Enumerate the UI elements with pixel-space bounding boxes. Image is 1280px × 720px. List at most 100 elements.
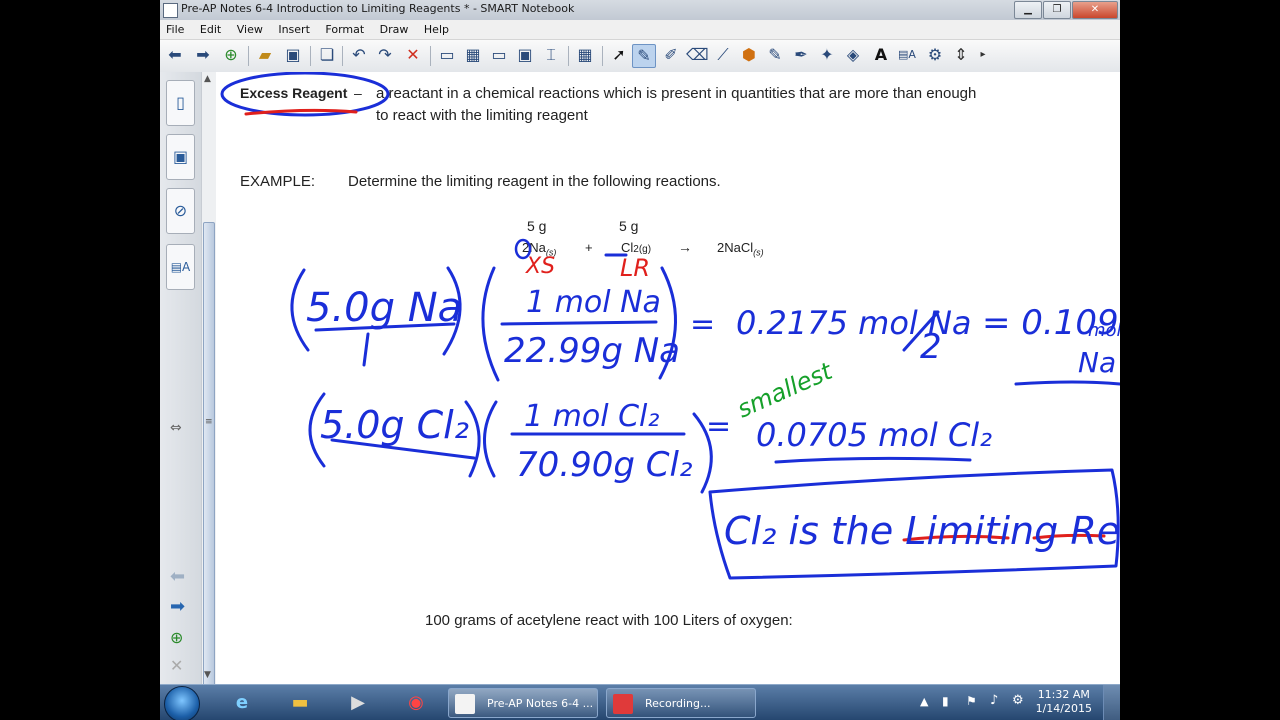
- volume-icon[interactable]: ♪: [990, 693, 998, 708]
- text-icon[interactable]: A: [870, 44, 892, 66]
- ink-underline-row-2: [774, 456, 972, 464]
- select-icon[interactable]: ➚: [608, 44, 630, 66]
- menu-file[interactable]: File: [160, 20, 190, 36]
- ink-row1-numerator: 1 mol Na: [526, 285, 661, 320]
- full-screen-icon[interactable]: ▦: [462, 44, 484, 66]
- fill-bucket-icon[interactable]: ◈: [842, 44, 864, 66]
- ink-smallest: smallest: [733, 356, 838, 423]
- menu-draw[interactable]: Draw: [374, 20, 415, 36]
- redo-icon[interactable]: ↷: [374, 44, 396, 66]
- menu-insert[interactable]: Insert: [272, 20, 316, 36]
- menu-view[interactable]: View: [231, 20, 269, 36]
- forward-arrow-icon[interactable]: ➡: [170, 596, 185, 617]
- toolbar: ⬅ ➡ ⊕ ▰ ▣ ❏ ↶ ↷ ✕ ▭ ▦ ▭ ▣ ⌶ ▦ ➚ ✎ ✐ ⌫ ⟋ …: [160, 40, 1120, 73]
- undo-icon[interactable]: ↶: [348, 44, 370, 66]
- save-icon[interactable]: ▣: [282, 44, 304, 66]
- show-desktop-button[interactable]: [1103, 685, 1120, 720]
- file-explorer-icon[interactable]: ▬: [282, 688, 318, 718]
- taskbar-recording[interactable]: Recording...: [606, 688, 756, 718]
- scroll-down-icon[interactable]: ▼: [204, 670, 211, 680]
- scroll-grip-icon: ≡: [205, 417, 213, 427]
- ink-layer: XS LR 5.0g Na 1 mol Na 22.99g Na = 0.217…: [220, 72, 1120, 580]
- vertical-scrollbar[interactable]: ▲ ≡ ▼: [201, 72, 217, 694]
- ink-paren-1c: [481, 266, 500, 382]
- delete-icon[interactable]: ✕: [402, 44, 424, 66]
- add-page-side-icon[interactable]: ⊕: [170, 628, 183, 647]
- properties-tab-icon[interactable]: ▤A: [166, 244, 195, 290]
- document-camera-icon[interactable]: ⌶: [540, 44, 562, 66]
- toolbar-more-icon[interactable]: ▸: [972, 44, 994, 66]
- tray-expand-icon[interactable]: ▲: [920, 695, 928, 708]
- ink-row2-numerator: 1 mol Cl₂: [524, 399, 659, 434]
- maximize-button[interactable]: ❐: [1043, 1, 1071, 19]
- minimize-button[interactable]: ▁: [1014, 1, 1042, 19]
- highlighter-icon[interactable]: ✦: [816, 44, 838, 66]
- table-icon[interactable]: ▦: [574, 44, 596, 66]
- chrome-icon[interactable]: ◉: [398, 688, 434, 718]
- taskbar: e ▬ ▶ ◉ Pre-AP Notes 6-4 ... Recording..…: [160, 684, 1120, 720]
- title-bar: Pre-AP Notes 6-4 Introduction to Limitin…: [160, 0, 1120, 21]
- ink-row1-denominator: 22.99g Na: [504, 331, 680, 371]
- menu-help[interactable]: Help: [418, 20, 455, 36]
- page-sorter-icon[interactable]: ▯: [166, 80, 195, 126]
- paste-icon[interactable]: ❏: [316, 44, 338, 66]
- resize-handle-icon[interactable]: ⇔: [170, 420, 182, 436]
- action-center-icon[interactable]: ⚑: [966, 694, 977, 708]
- side-tab-bar: ▯ ▣ ⊘ ▤A ⇔ ⬅ ➡ ⊕ ✕: [160, 72, 202, 684]
- forward-icon[interactable]: ➡: [192, 44, 214, 66]
- menu-format[interactable]: Format: [319, 20, 370, 36]
- taskbar-smart-notebook[interactable]: Pre-AP Notes 6-4 ...: [448, 688, 598, 718]
- add-page-icon[interactable]: ⊕: [220, 44, 242, 66]
- ink-paren-2c: [483, 400, 498, 478]
- attachments-icon[interactable]: ⊘: [166, 188, 195, 234]
- internet-explorer-icon[interactable]: e: [224, 688, 260, 718]
- fill-icon[interactable]: ✒: [790, 44, 812, 66]
- line-icon[interactable]: ⟋: [712, 44, 734, 66]
- back-arrow-icon[interactable]: ⬅: [170, 566, 185, 587]
- pen-icon[interactable]: ✎: [632, 44, 656, 68]
- clock-date: 1/14/2015: [1035, 702, 1092, 715]
- power-icon[interactable]: ⚙: [1012, 693, 1024, 708]
- smart-notebook-window: Pre-AP Notes 6-4 Introduction to Limitin…: [160, 0, 1120, 720]
- start-button[interactable]: [164, 686, 200, 720]
- ink-fraction-bar-1b: [500, 320, 658, 326]
- move-toolbar-icon[interactable]: ⇕: [950, 44, 972, 66]
- notebook-page[interactable]: Excess Reagent – a reactant in a chemica…: [216, 72, 1120, 684]
- creative-pen-icon[interactable]: ✐: [660, 44, 682, 66]
- delete-page-side-icon[interactable]: ✕: [170, 656, 183, 675]
- clock-time: 11:32 AM: [1037, 688, 1090, 701]
- ink-row2-given: 5.0g Cl₂: [320, 403, 469, 447]
- menu-bar: File Edit View Insert Format Draw Help: [160, 20, 1120, 40]
- ink-row1-unit-2: Na: [1078, 346, 1116, 379]
- display-icon[interactable]: ▣: [514, 44, 536, 66]
- eraser-icon[interactable]: ⌫: [686, 44, 709, 66]
- open-icon[interactable]: ▰: [254, 44, 276, 66]
- network-icon[interactable]: ▮: [942, 694, 949, 708]
- back-icon[interactable]: ⬅: [164, 44, 186, 66]
- shape-icon[interactable]: ⬢: [738, 44, 760, 66]
- scroll-up-icon[interactable]: ▲: [204, 74, 211, 84]
- media-player-icon[interactable]: ▶: [340, 688, 376, 718]
- gallery-icon[interactable]: ▣: [166, 134, 195, 180]
- app-icon: [163, 3, 178, 18]
- ink-label-xs: XS: [525, 254, 555, 279]
- ink-denominator-1a: [362, 332, 370, 367]
- ink-row1-unit: mol: [1088, 320, 1120, 341]
- font-properties-icon[interactable]: ▤A: [896, 44, 918, 66]
- ink-row1-given: 5.0g Na: [306, 285, 462, 331]
- ink-label-lr: LR: [620, 254, 650, 282]
- menu-edit[interactable]: Edit: [194, 20, 227, 36]
- ink-circle-excess-reagent: [220, 72, 390, 117]
- properties-icon[interactable]: ⚙: [924, 44, 946, 66]
- window-title: Pre-AP Notes 6-4 Introduction to Limitin…: [181, 2, 575, 15]
- ink-row2-result: 0.0705 mol Cl₂: [756, 416, 992, 454]
- ink-row2-equals: =: [706, 409, 731, 444]
- screen-shade-icon[interactable]: ▭: [436, 44, 458, 66]
- dual-view-icon[interactable]: ▭: [488, 44, 510, 66]
- magic-pen-icon[interactable]: ✎: [764, 44, 786, 66]
- ink-underline-row-1: [1014, 380, 1120, 386]
- scroll-thumb[interactable]: [203, 222, 215, 694]
- close-button[interactable]: ✕: [1072, 1, 1118, 19]
- clock[interactable]: 11:32 AM 1/14/2015: [1036, 688, 1092, 716]
- ink-conclusion: Cl₂ is the Limiting Reagent: [724, 509, 1120, 553]
